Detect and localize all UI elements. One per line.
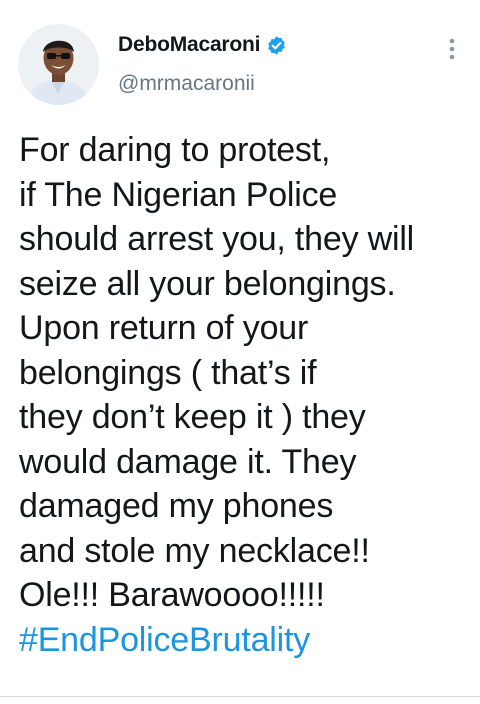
tweet-body-line: Ole!!! Barawoooo!!!!! xyxy=(19,576,325,614)
tweet-body-line: Upon return of your xyxy=(19,309,309,347)
hashtag-link[interactable]: #EndPoliceBrutality xyxy=(19,618,474,663)
tweet-body: For daring to protest, if The Nigerian P… xyxy=(19,128,474,662)
author-avatar[interactable] xyxy=(18,24,99,105)
tweet-body-line: For daring to protest, xyxy=(19,131,331,169)
verified-badge-icon xyxy=(268,35,286,55)
divider xyxy=(0,696,480,697)
tweet-body-line: and stole my necklace!! xyxy=(19,531,370,570)
tweet-body-line: seize all your belongings. xyxy=(19,264,396,303)
tweet-body-line: they don’t keep it ) they xyxy=(19,398,366,436)
tweet-body-line: belongings ( that’s if xyxy=(19,353,317,392)
tweet-body-line: would damage it. They xyxy=(19,442,357,481)
tweet-body-line: damaged my phones xyxy=(19,487,334,525)
tweet-body-line: should arrest you, they will xyxy=(19,220,415,258)
avatar-photo-icon xyxy=(18,24,99,105)
author-display-name[interactable]: DeboMacaroni xyxy=(118,33,260,57)
tweet-card: DeboMacaroni @mrmacaronii For daring to … xyxy=(0,0,480,704)
author-handle[interactable]: @mrmacaronii xyxy=(118,72,255,96)
author-name-row[interactable]: DeboMacaroni xyxy=(118,33,287,57)
tweet-body-line: if The Nigerian Police xyxy=(19,175,338,214)
more-vertical-icon[interactable] xyxy=(444,36,460,62)
